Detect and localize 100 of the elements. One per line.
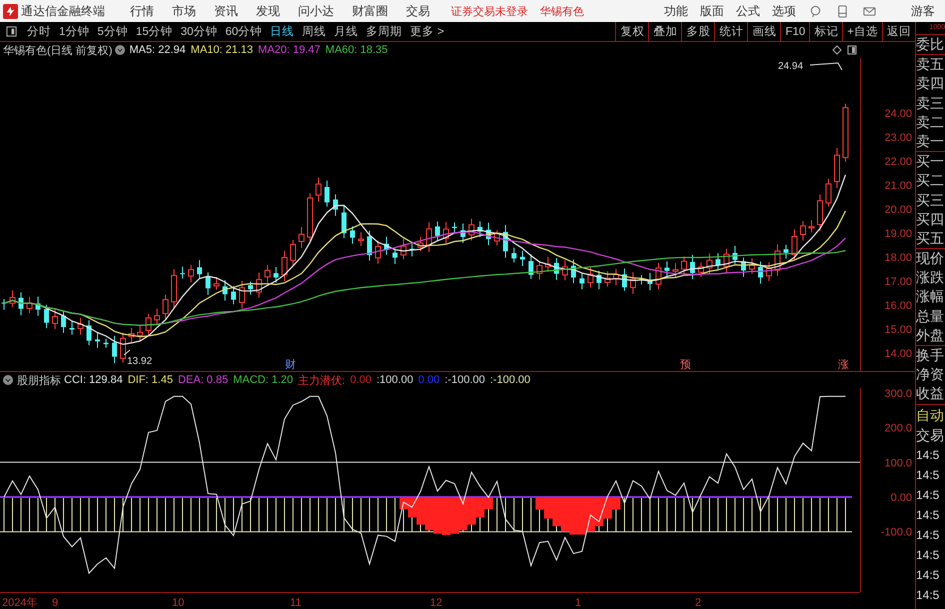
more-button[interactable]: 更多 > (410, 24, 444, 39)
leader-line (124, 350, 130, 356)
low-price-label: 13.92 (127, 356, 152, 367)
price-axis-label: 19.00 (884, 228, 912, 240)
date-axis-label: 2024年 (2, 597, 38, 609)
diamond-icon[interactable] (832, 45, 842, 55)
quote-label: 委比 (916, 35, 945, 54)
trade-time: 14:5 (916, 546, 940, 564)
app-logo-icon (3, 4, 18, 18)
trade-time: 14:5 (916, 446, 940, 464)
toolbar-button[interactable]: +自选 (842, 22, 882, 41)
period-tab[interactable]: 日线 (270, 24, 294, 39)
indicator-axis-label: -100.0 (880, 526, 912, 539)
trade-label: 交易 (916, 426, 945, 445)
indicator-value: MACD: 1.20 (233, 374, 294, 386)
period-tab[interactable]: 周线 (302, 24, 326, 39)
phone-icon[interactable] (836, 4, 849, 18)
date-axis-label: 12 (430, 597, 442, 609)
toolbar-button[interactable]: 多股 (681, 22, 714, 41)
price-axis-label: 14.00 (884, 348, 912, 360)
period-tab[interactable]: 30分钟 (180, 24, 218, 39)
high-price-label: 24.94 (778, 61, 804, 72)
toolbar-button[interactable]: 叠加 (648, 22, 682, 41)
event-mark[interactable]: 涨 (838, 359, 849, 371)
toolbar-button[interactable]: F10 (780, 22, 810, 41)
event-mark[interactable]: 财 (285, 359, 296, 371)
quote-label: 买一 (916, 152, 945, 172)
toolbar-button[interactable]: 标记 (809, 22, 842, 41)
indicator-value: CCI: 129.84 (64, 374, 123, 386)
leader-line (810, 62, 842, 70)
price-axis-label: 22.00 (884, 156, 912, 168)
price-axis-label: 23.00 (884, 132, 912, 144)
indicator-value: 主力潜伏: (298, 374, 346, 388)
period-tab[interactable]: 60分钟 (225, 24, 262, 39)
panel-toggle-icon[interactable] (6, 26, 17, 37)
menu-item[interactable]: 市场 (172, 2, 196, 20)
period-tab[interactable]: 多周期 (366, 24, 402, 39)
quote-label: 现价 (916, 249, 945, 268)
period-tab[interactable]: 5分钟 (97, 24, 128, 39)
menu-item[interactable]: 行情 (130, 2, 154, 20)
chat-icon[interactable] (809, 4, 822, 18)
quote-label: 买四 (916, 210, 945, 229)
quote-label: 总量 (916, 306, 945, 326)
quote-label: 买二 (916, 171, 945, 190)
date-axis-label: 9 (52, 597, 58, 609)
price-axis-label: 18.00 (884, 252, 912, 264)
quote-label: 卖三 (916, 94, 945, 113)
menu-item[interactable]: 发现 (256, 2, 280, 20)
quote-label: 外盘 (916, 326, 945, 345)
quote-label: 净资 (916, 365, 945, 384)
period-tab[interactable]: 15分钟 (136, 24, 173, 39)
user-button[interactable]: 游客 (911, 2, 935, 20)
price-axis-label: 15.00 (884, 324, 912, 336)
indicator-axis-label: 300.0 (884, 388, 912, 400)
quote-label: 换手 (916, 346, 945, 365)
indicator-value: 0.00 (418, 374, 440, 386)
period-tab[interactable]: 1分钟 (59, 24, 90, 39)
panel-icon[interactable] (847, 45, 857, 55)
menu-item[interactable]: 功能 (664, 2, 688, 20)
quote-label: 收益 (916, 384, 945, 404)
price-axis-label: 20.00 (884, 204, 912, 216)
menu-item[interactable]: 问小达 (298, 2, 334, 20)
trade-time: 14:5 (916, 526, 940, 544)
indicator-value: :100.00 (376, 374, 414, 386)
trade-time: 14:5 (916, 486, 940, 504)
mail-icon[interactable] (863, 4, 876, 18)
menu-item[interactable]: 资讯 (214, 2, 238, 20)
dropdown-icon[interactable] (3, 375, 13, 385)
menu-item[interactable]: 财富圈 (352, 2, 388, 20)
trade-time: 14:5 (916, 586, 940, 604)
toolbar-button[interactable]: 统计 (714, 22, 748, 41)
quote-label: 卖二 (916, 112, 945, 132)
price-axis-label: 16.00 (884, 300, 912, 312)
trade-label: 自动 (916, 406, 945, 425)
trade-time: 14:5 (916, 506, 940, 524)
indicator-value: :-100.00 (444, 374, 485, 386)
date-axis-label: 2 (695, 597, 702, 609)
price-axis-label: 21.00 (884, 180, 912, 192)
indicator-axis-label: 100.0 (884, 457, 912, 470)
price-axis-label: 17.00 (884, 276, 912, 288)
toolbar-button[interactable]: 画线 (747, 22, 780, 41)
quote-label: 买三 (916, 190, 945, 210)
period-tab[interactable]: 月线 (334, 24, 358, 39)
quote-label: 卖四 (916, 74, 945, 94)
indicator-value: DIF: 1.45 (128, 374, 173, 386)
indicator-axis-label: 200.0 (884, 422, 912, 435)
dropdown-icon[interactable] (115, 45, 126, 55)
toolbar-button[interactable]: 复权 (615, 22, 648, 41)
event-mark[interactable]: 预 (680, 359, 691, 371)
quote-label: 买五 (916, 228, 945, 248)
menu-item[interactable]: 选项 (772, 2, 796, 20)
trade-time: 14:5 (916, 566, 940, 584)
period-tab[interactable]: 分时 (27, 24, 51, 39)
indicator-value: 0.00 (350, 374, 372, 386)
trade-time: 14:5 (916, 466, 940, 484)
chart-title: 华锡有色(日线 前复权) (3, 44, 112, 58)
menu-item[interactable]: 公式 (736, 2, 760, 20)
quote-label: 涨跌 (916, 268, 945, 288)
menu-item[interactable]: 交易 (406, 2, 430, 20)
menu-item[interactable]: 版面 (700, 2, 724, 20)
